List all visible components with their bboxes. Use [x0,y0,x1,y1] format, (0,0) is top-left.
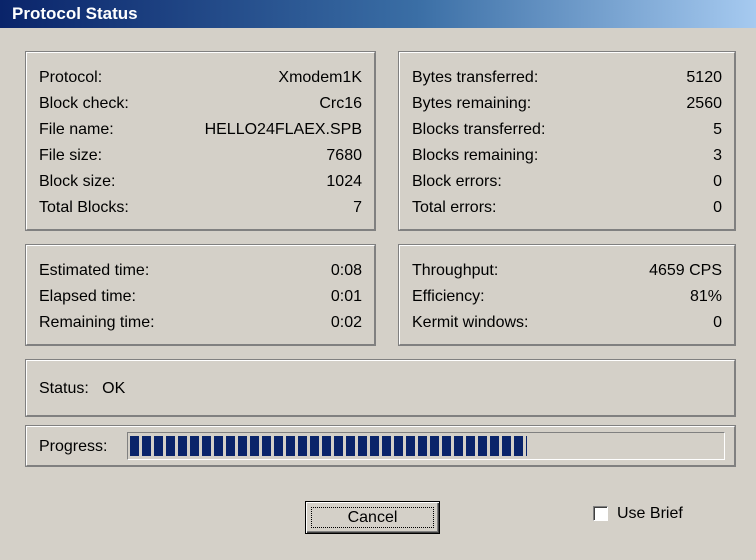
info-value: 0:01 [330,288,362,305]
info-value: 7 [353,199,362,216]
info-row: File size: 7680 [27,143,374,169]
use-brief-label: Use Brief [617,505,683,522]
info-value: Xmodem1K [278,69,362,86]
info-row: Total Blocks: 7 [27,195,374,221]
info-value: 5 [713,121,722,138]
info-row: File name: HELLO24FLAEX.SPB [27,117,374,143]
use-brief-checkbox[interactable] [593,506,608,521]
status-text: Status: OK [39,380,126,397]
cancel-button-label: Cancel [347,509,398,526]
info-row: Elapsed time: 0:01 [27,284,374,310]
info-row: Bytes transferred: 5120 [400,65,734,91]
info-value: 81% [689,288,722,305]
status-group: Status: OK [25,359,736,417]
info-label: Elapsed time: [39,288,136,305]
info-value: 0:08 [330,262,362,279]
info-value: HELLO24FLAEX.SPB [204,121,362,138]
throughput-info-group: Throughput: 4659 CPS Efficiency: 81% Kermi… [398,244,736,346]
info-label: Blocks transferred: [412,121,546,138]
info-label: File name: [39,121,114,138]
info-label: Block size: [39,173,116,190]
window-title: Protocol Status [0,0,756,28]
info-value: 0 [713,199,722,216]
info-value: 0 [713,173,722,190]
info-label: Total Blocks: [39,199,129,216]
info-value: 2560 [686,95,722,112]
info-label: Estimated time: [39,262,150,279]
info-value: Crc16 [319,95,362,112]
info-label: File size: [39,147,103,164]
info-label: Block check: [39,95,129,112]
info-value: 4659 CPS [649,262,722,279]
info-value: 1024 [326,173,362,190]
info-row: Total errors: 0 [400,195,734,221]
info-label: Efficiency: [412,288,485,305]
info-row: Kermit windows: 0 [400,310,734,336]
info-label: Protocol: [39,69,103,86]
info-row: Block size: 1024 [27,169,374,195]
info-row: Estimated time: 0:08 [27,258,374,284]
file-info-group: Protocol: Xmodem1K Block check: Crc16 File… [25,51,376,231]
time-info-group: Estimated time: 0:08 Elapsed time: 0:01 Re… [25,244,376,346]
info-label: Block errors: [412,173,502,190]
progress-group: Progress: [25,425,736,467]
progress-label: Progress: [39,438,108,455]
info-label: Total errors: [412,199,497,216]
info-label: Kermit windows: [412,314,529,331]
info-row: Bytes remaining: 2560 [400,91,734,117]
info-label: Bytes remaining: [412,95,532,112]
info-value: 5120 [686,69,722,86]
info-row: Throughput: 4659 CPS [400,258,734,284]
info-value: 7680 [326,147,362,164]
info-value: 0:02 [330,314,362,331]
info-row: Remaining time: 0:02 [27,310,374,336]
info-label: Remaining time: [39,314,155,331]
info-label: Throughput: [412,262,499,279]
cancel-button[interactable]: Cancel [305,501,440,534]
info-value: 0 [713,314,722,331]
info-label: Blocks remaining: [412,147,539,164]
info-label: Bytes transferred: [412,69,539,86]
info-row: Block check: Crc16 [27,91,374,117]
info-row: Blocks transferred: 5 [400,117,734,143]
info-row: Efficiency: 81% [400,284,734,310]
transfer-info-group: Bytes transferred: 5120 Bytes remaining: 2… [398,51,736,231]
info-row: Blocks remaining: 3 [400,143,734,169]
progress-fill [130,436,527,456]
info-row: Block errors: 0 [400,169,734,195]
info-value: 3 [713,147,722,164]
progress-bar [127,432,725,460]
info-row: Protocol: Xmodem1K [27,65,374,91]
